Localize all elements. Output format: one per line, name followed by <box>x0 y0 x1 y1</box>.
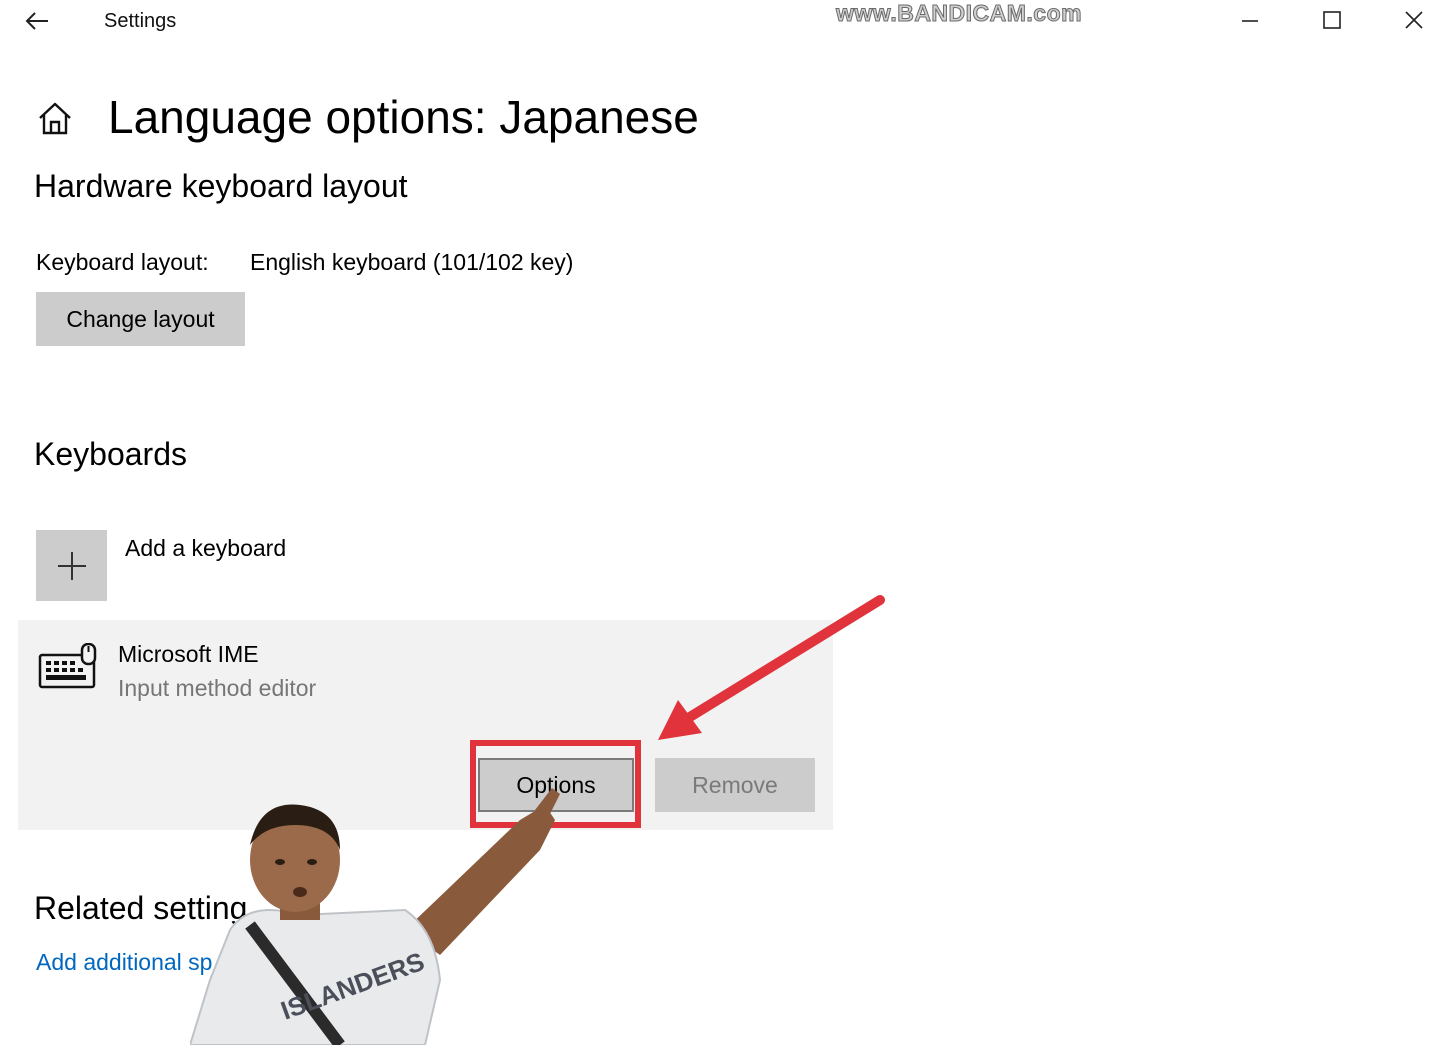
watermark: www.BANDICAM.com <box>835 0 1083 27</box>
keyboard-name: Microsoft IME <box>118 641 259 667</box>
maximize-icon <box>1323 11 1341 29</box>
minimize-icon <box>1242 20 1258 22</box>
keyboards-section-title: Keyboards <box>34 436 187 472</box>
home-icon[interactable] <box>36 100 74 138</box>
maximize-button[interactable] <box>1302 0 1362 40</box>
minimize-button[interactable] <box>1220 0 1280 40</box>
add-keyboard-button[interactable] <box>36 530 107 601</box>
keyboard-layout-value: English keyboard (101/102 key) <box>250 249 574 275</box>
hardware-keyboard-section-title: Hardware keyboard layout <box>34 168 408 204</box>
close-button[interactable] <box>1384 0 1444 40</box>
add-speech-link[interactable]: Add additional sp <box>36 949 212 976</box>
add-keyboard-label[interactable]: Add a keyboard <box>125 535 286 562</box>
close-icon <box>1405 11 1423 29</box>
keyboard-description: Input method editor <box>118 675 317 701</box>
presenter-overlay: ISLANDERS <box>190 788 560 1045</box>
page-title: Language options: Japanese <box>108 91 699 143</box>
annotation-arrow <box>658 595 885 740</box>
arrow-left-icon <box>25 12 48 30</box>
keyboard-icon <box>38 642 98 694</box>
keyboard-layout-label: Keyboard layout: <box>36 249 209 275</box>
remove-button: Remove <box>655 758 815 812</box>
app-title: Settings <box>104 10 177 32</box>
plus-icon <box>57 551 86 580</box>
change-layout-button[interactable]: Change layout <box>36 292 245 346</box>
back-button[interactable] <box>14 2 60 40</box>
